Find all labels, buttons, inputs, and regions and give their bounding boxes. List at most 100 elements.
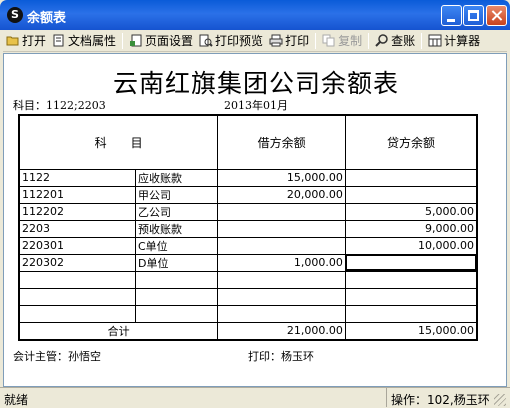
cell-name[interactable]: D单位 <box>134 253 219 272</box>
close-button[interactable] <box>486 5 507 26</box>
minimize-icon <box>447 19 455 22</box>
app-icon: S <box>7 7 23 23</box>
cell-debit[interactable] <box>217 287 346 306</box>
header-credit: 贷方余额 <box>344 114 478 170</box>
doc-props-button[interactable]: 文档属性 <box>49 31 119 51</box>
cell-code[interactable]: 112202 <box>18 202 136 221</box>
table-row[interactable]: 112202 乙公司 5,000.00 <box>18 202 478 221</box>
table-row[interactable]: 220301 C单位 10,000.00 <box>18 236 478 255</box>
check-label: 查账 <box>391 34 416 48</box>
cell-name[interactable]: 应收账款 <box>134 168 219 187</box>
cell-debit[interactable] <box>217 270 346 289</box>
cell-credit[interactable] <box>344 270 478 289</box>
report-document: 云南红旗集团公司余额表 科目：1122;2203 2013年01月 科 目 借方… <box>3 53 507 387</box>
cell-name[interactable] <box>134 287 219 306</box>
table-row[interactable]: 1122 应收账款 15,000.00 <box>18 168 478 187</box>
printer-icon <box>269 34 283 47</box>
cell-name[interactable] <box>134 270 219 289</box>
cell-credit[interactable] <box>344 168 478 187</box>
accountant-signature: 会计主管：孙悟空 <box>13 350 101 363</box>
minimize-button[interactable] <box>441 5 462 26</box>
cell-code[interactable] <box>18 270 136 289</box>
header-debit: 借方余额 <box>217 114 346 170</box>
operator-status: 操作：102,杨玉环 <box>386 388 490 407</box>
cell-credit-selected[interactable] <box>344 253 478 272</box>
open-label: 打开 <box>22 34 47 48</box>
copy-button[interactable]: 复制 <box>319 31 365 51</box>
balance-table: 科 目 借方余额 贷方余额 1122 应收账款 15,000.00 112201… <box>18 114 478 341</box>
table-row[interactable]: 220302 D单位 1,000.00 <box>18 253 478 272</box>
cell-debit[interactable] <box>217 219 346 238</box>
header-subject: 科 目 <box>18 114 219 170</box>
open-button[interactable]: 打开 <box>3 31 49 51</box>
printer-name: 打印：杨玉环 <box>248 350 314 363</box>
calculator-button[interactable]: 计算器 <box>425 31 483 51</box>
folder-open-icon <box>6 36 19 46</box>
cell-credit[interactable] <box>344 304 478 323</box>
total-row: 合计 21,000.00 15,000.00 <box>18 321 478 340</box>
cell-debit[interactable] <box>217 304 346 323</box>
cell-credit[interactable] <box>344 287 478 306</box>
document-properties-icon <box>53 34 64 47</box>
cell-name[interactable]: 甲公司 <box>134 185 219 204</box>
print-button[interactable]: 打印 <box>266 31 312 51</box>
calculator-label: 计算器 <box>444 34 481 48</box>
cell-credit[interactable]: 10,000.00 <box>344 236 478 255</box>
page-setup-icon <box>130 34 142 47</box>
cell-code[interactable]: 1122 <box>18 168 136 187</box>
doc-props-label: 文档属性 <box>68 34 117 48</box>
print-label: 打印 <box>285 34 310 48</box>
toolbar-separator <box>421 32 423 49</box>
cell-name[interactable]: 乙公司 <box>134 202 219 221</box>
cell-code[interactable]: 220302 <box>18 253 136 272</box>
total-label: 合计 <box>18 321 219 340</box>
toolbar-separator <box>315 32 317 49</box>
cell-name[interactable] <box>134 304 219 323</box>
cell-debit[interactable]: 15,000.00 <box>217 168 346 187</box>
maximize-icon <box>468 10 479 21</box>
title-bar: S 余额表 <box>0 0 510 30</box>
table-row[interactable]: 2203 预收账款 9,000.00 <box>18 219 478 238</box>
cell-debit[interactable] <box>217 236 346 255</box>
cell-name[interactable]: C单位 <box>134 236 219 255</box>
total-debit: 21,000.00 <box>217 321 346 340</box>
report-title: 云南红旗集团公司余额表 <box>112 69 399 98</box>
report-period: 2013年01月 <box>224 99 288 112</box>
table-row[interactable] <box>18 287 478 306</box>
page-setup-button[interactable]: 页面设置 <box>126 31 196 51</box>
toolbar-separator <box>368 32 370 49</box>
resize-grip-icon[interactable] <box>494 394 506 406</box>
cell-code[interactable] <box>18 287 136 306</box>
page-setup-label: 页面设置 <box>145 34 194 48</box>
cell-code[interactable] <box>18 304 136 323</box>
calculator-icon <box>428 34 442 47</box>
status-text: 就绪 <box>4 393 29 407</box>
cell-debit[interactable]: 1,000.00 <box>217 253 346 272</box>
print-preview-label: 打印预览 <box>215 34 264 48</box>
print-preview-button[interactable]: 打印预览 <box>196 31 266 51</box>
cell-name[interactable]: 预收账款 <box>134 219 219 238</box>
toolbar: 打开 文档属性 页面设置 打印预览 打印 复制 查账 计算器 <box>3 30 507 52</box>
cell-debit[interactable]: 20,000.00 <box>217 185 346 204</box>
copy-icon <box>322 34 335 47</box>
toolbar-separator <box>122 32 124 49</box>
copy-label: 复制 <box>338 34 363 48</box>
cell-debit[interactable] <box>217 202 346 221</box>
print-preview-icon <box>199 34 213 47</box>
cell-credit[interactable]: 9,000.00 <box>344 219 478 238</box>
table-row[interactable] <box>18 304 478 323</box>
cell-credit[interactable] <box>344 185 478 204</box>
subject-filter: 科目：1122;2203 <box>13 99 106 112</box>
check-button[interactable]: 查账 <box>372 31 418 51</box>
cell-code[interactable]: 2203 <box>18 219 136 238</box>
maximize-button[interactable] <box>463 5 484 26</box>
cell-credit[interactable]: 5,000.00 <box>344 202 478 221</box>
cell-code[interactable]: 112201 <box>18 185 136 204</box>
cell-code[interactable]: 220301 <box>18 236 136 255</box>
window-title: 余额表 <box>27 11 67 26</box>
table-row[interactable]: 112201 甲公司 20,000.00 <box>18 185 478 204</box>
table-row[interactable] <box>18 270 478 289</box>
table-header-row: 科 目 借方余额 贷方余额 <box>18 114 478 170</box>
status-bar: 就绪 操作：102,杨玉环 <box>0 387 510 408</box>
search-icon <box>375 34 388 47</box>
